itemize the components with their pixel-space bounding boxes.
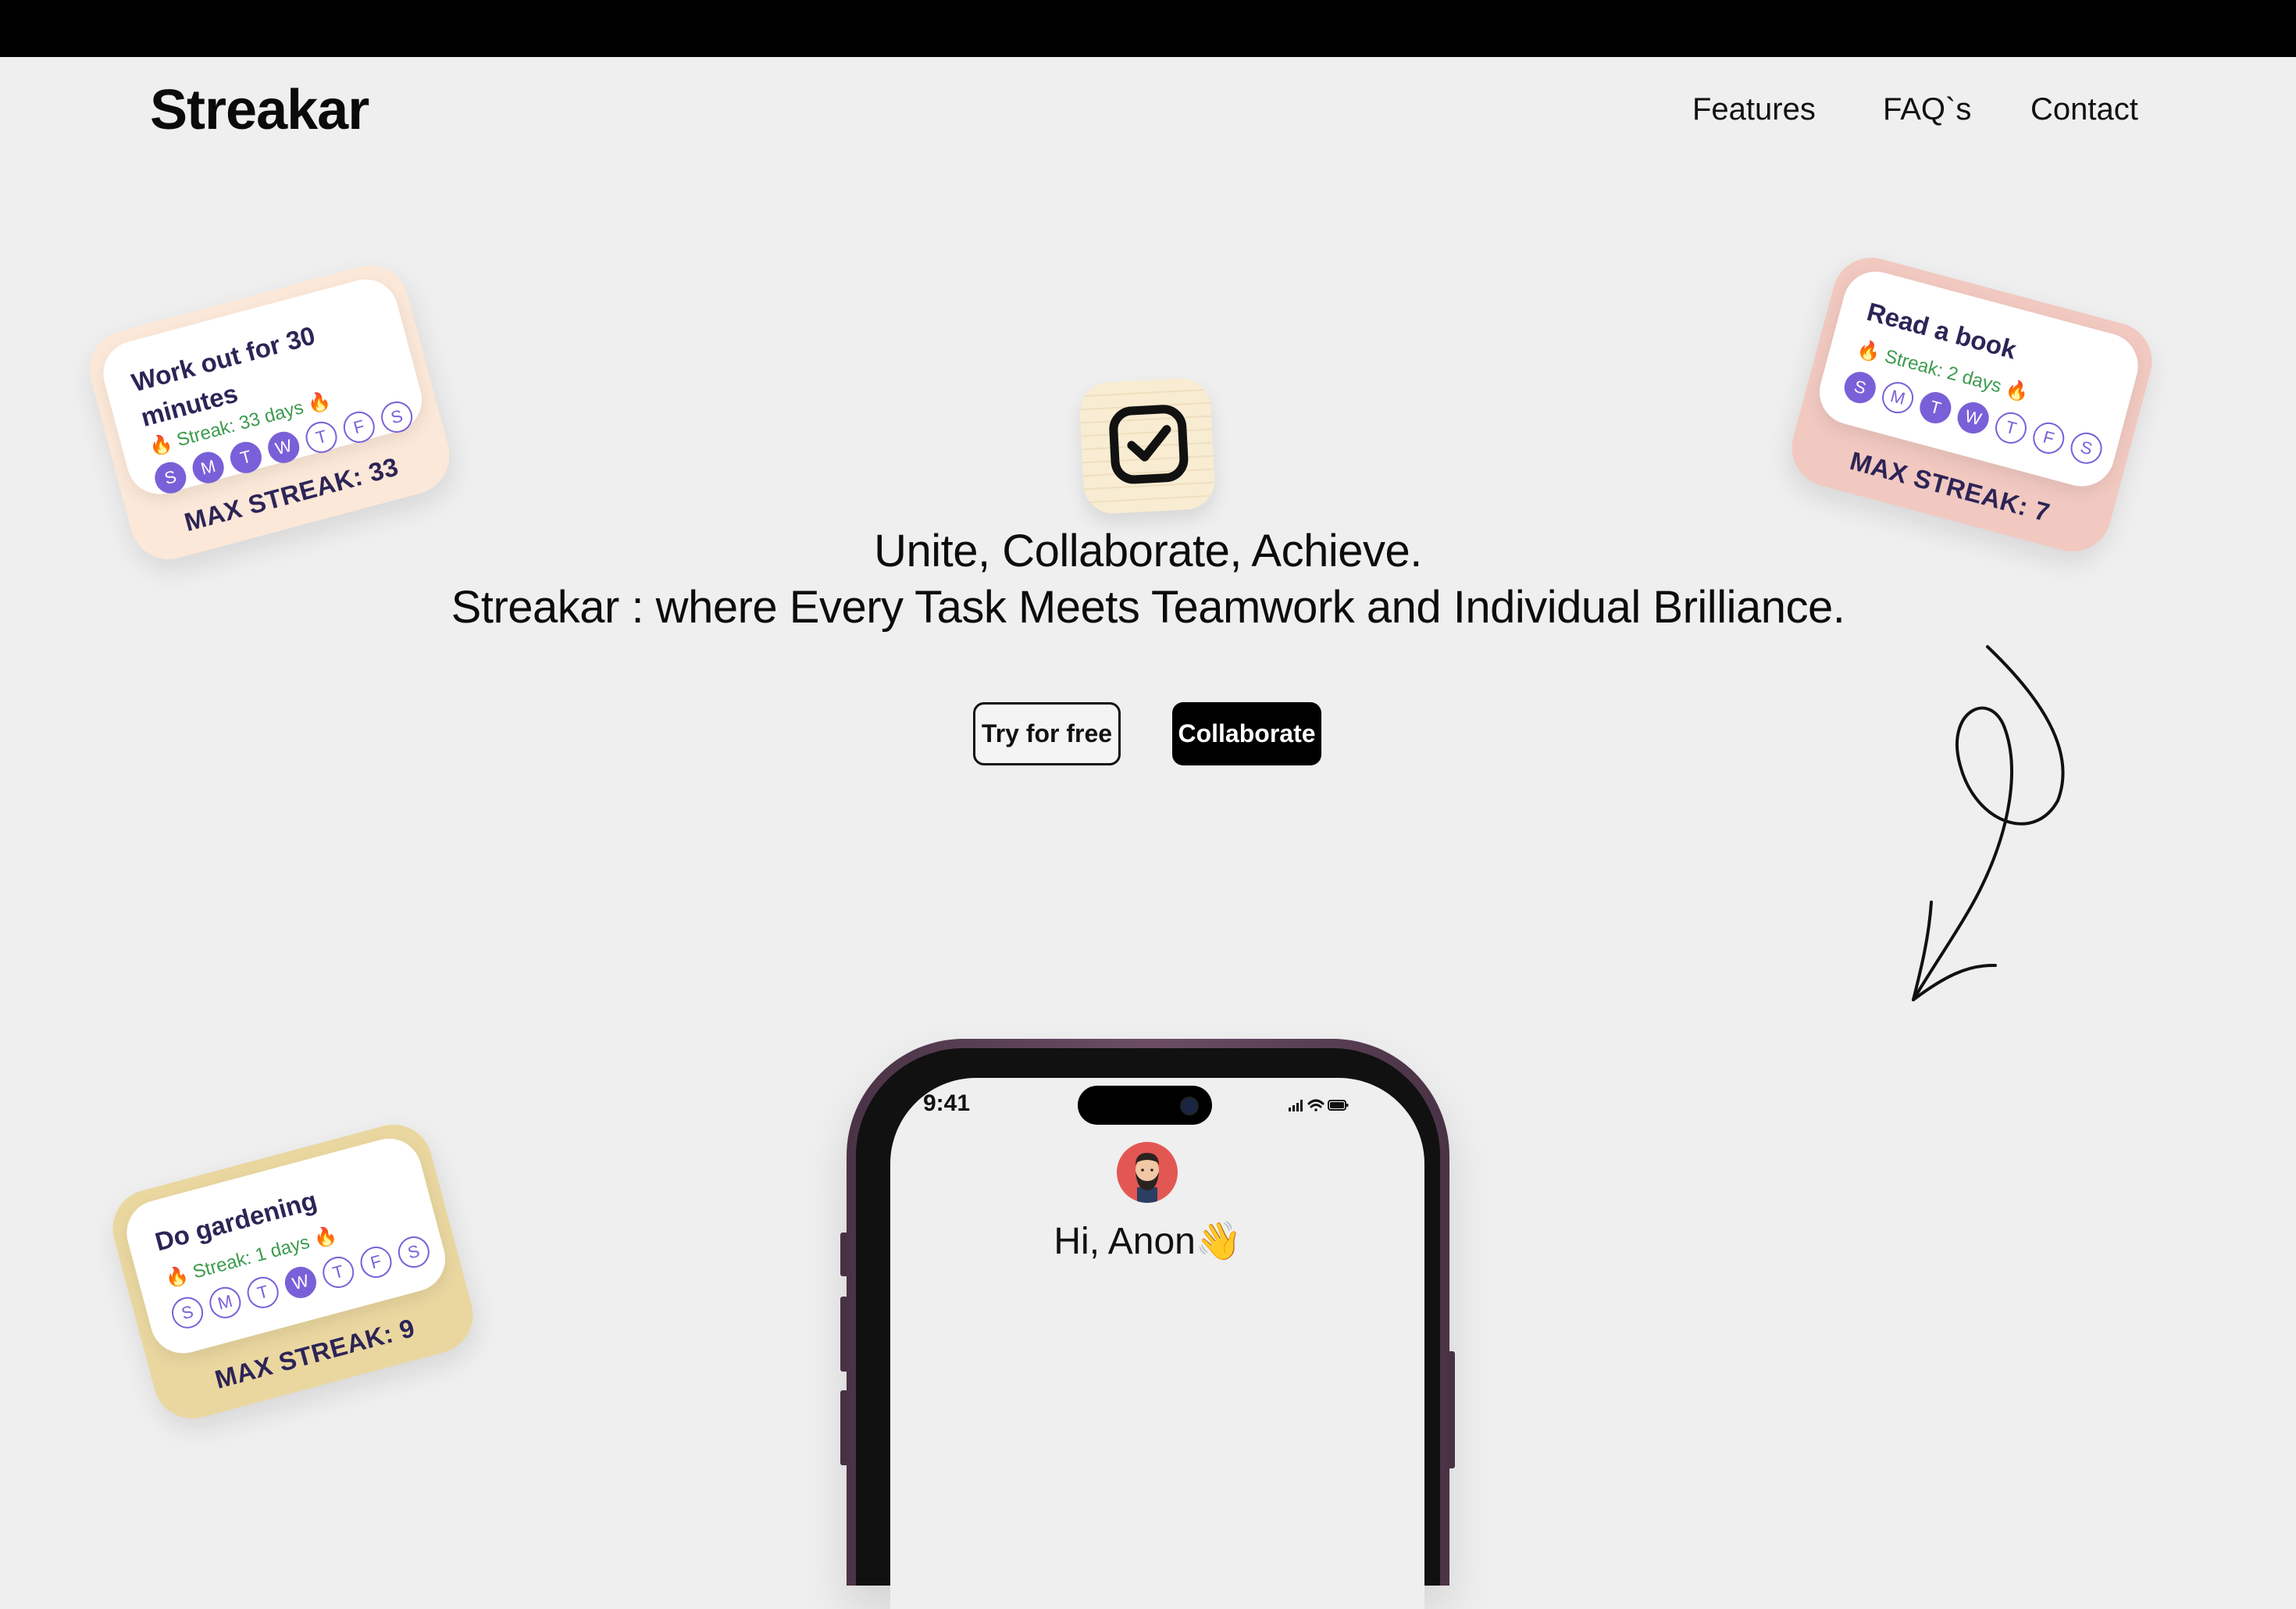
collaborate-button[interactable]: Collaborate xyxy=(1172,702,1321,765)
day-sat: S xyxy=(2067,429,2106,468)
day-fri: F xyxy=(340,408,379,447)
task-card-workout: Work out for 30 minutes 🔥 Streak: 33 day… xyxy=(80,256,458,569)
day-wed: W xyxy=(1954,398,1993,437)
try-for-free-button[interactable]: Try for free xyxy=(973,702,1121,765)
battery-icon xyxy=(1328,1100,1349,1111)
signal-icon xyxy=(1289,1100,1303,1111)
day-mon: M xyxy=(1878,378,1917,417)
day-sun: S xyxy=(168,1293,207,1333)
curly-arrow-icon xyxy=(1912,645,2065,1001)
day-mon: M xyxy=(205,1283,244,1322)
task-card-read: Read a book 🔥 Streak: 2 days 🔥 S M T W T… xyxy=(1783,248,2161,561)
day-fri: F xyxy=(2029,419,2068,458)
status-time: 9:41 xyxy=(923,1090,971,1116)
day-wed: W xyxy=(281,1263,320,1302)
user-avatar[interactable] xyxy=(1117,1142,1178,1203)
day-thu: T xyxy=(302,418,341,457)
nav-contact[interactable]: Contact xyxy=(2030,92,2138,127)
task-card-gardening: Do gardening 🔥 Streak: 1 days 🔥 S M T W … xyxy=(104,1115,482,1428)
nav-faqs[interactable]: FAQ`s xyxy=(1883,92,1971,127)
phone-bezel xyxy=(856,1048,1440,1609)
browser-top-bar xyxy=(0,0,2296,57)
brand-logo[interactable]: Streakar xyxy=(150,78,369,142)
day-sun: S xyxy=(151,458,190,498)
day-mon: M xyxy=(189,448,228,487)
greeting-text: Hi, Anon👋 xyxy=(1054,1221,1242,1262)
day-tue: T xyxy=(1916,388,1955,427)
day-thu: T xyxy=(1991,408,2030,448)
day-wed: W xyxy=(264,428,303,467)
checkbox-icon xyxy=(1078,376,1217,516)
nav-features[interactable]: Features xyxy=(1692,92,1816,127)
day-sat: S xyxy=(377,398,416,437)
day-tue: T xyxy=(226,438,266,477)
hero-headline: Unite, Collaborate, Achieve. xyxy=(874,526,1422,576)
day-tue: T xyxy=(244,1273,283,1312)
wifi-icon xyxy=(1307,1099,1324,1111)
status-icons xyxy=(1289,1099,1349,1111)
hero-subheadline: Streakar : where Every Task Meets Teamwo… xyxy=(451,582,1845,633)
camera-lens-icon xyxy=(1180,1097,1199,1115)
day-sun: S xyxy=(1841,368,1880,407)
